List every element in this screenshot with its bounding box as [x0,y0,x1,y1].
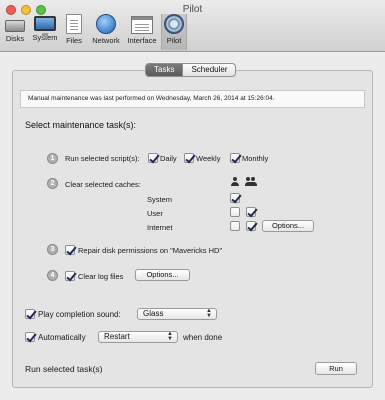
monthly-checkbox[interactable] [230,153,240,163]
cache-user-label: User [147,209,163,218]
globe-icon [96,14,116,34]
cache-options-button[interactable]: Options... [262,220,314,232]
cache-system-label: System [147,195,173,204]
repair-permissions-checkbox[interactable] [65,245,75,255]
document-icon [66,14,82,34]
popup-arrows-icon: ▲ ▼ [206,308,212,319]
toolbar-item-label: Network [92,36,120,45]
user-icon [230,177,240,187]
repair-permissions-label: Repair disk permissions on "Mavericks HD… [78,246,223,255]
toolbar-item-files[interactable]: Files [63,14,85,50]
user-cache-user-checkbox[interactable] [230,207,240,217]
tab-bar: Tasks Scheduler [145,63,237,77]
task-number-badge: 1 [47,153,58,164]
task-number-badge: 2 [47,178,58,189]
window-icon [131,16,153,34]
sound-popup[interactable]: Glass ▲ ▼ [137,308,217,320]
run-scripts-label: Run selected script(s): [65,154,140,163]
popup-arrows-icon: ▲ ▼ [167,331,173,342]
toolbar-item-label: Files [66,36,82,45]
clear-logs-checkbox[interactable] [65,271,75,281]
internet-cache-group-checkbox[interactable] [246,221,256,231]
task-number-badge: 4 [47,270,58,281]
internet-cache-user-checkbox[interactable] [230,221,240,231]
task-number-badge: 3 [47,244,58,255]
toolbar-item-pilot[interactable]: Pilot [161,14,187,50]
weekly-checkbox[interactable] [184,153,194,163]
run-tasks-label: Run selected task(s) [25,364,103,374]
tab-tasks[interactable]: Tasks [146,64,183,76]
play-sound-label: Play completion sound: [38,310,121,319]
last-maintenance-info: Manual maintenance was last performed on… [20,90,365,108]
group-icon [245,177,257,187]
daily-checkbox[interactable] [148,153,158,163]
monitor-icon [34,16,56,37]
toolbar-item-network[interactable]: Network [89,14,123,50]
section-heading: Select maintenance task(s): [25,120,137,130]
user-cache-group-checkbox[interactable] [246,207,256,217]
toolbar-item-label: Disks [5,34,25,43]
pilot-icon [164,14,184,34]
log-options-button[interactable]: Options... [135,269,190,281]
play-sound-checkbox[interactable] [25,309,35,319]
disk-icon [5,20,25,32]
auto-action-popup[interactable]: Restart ▲ ▼ [98,331,178,343]
toolbar-item-label: Pilot [166,36,182,45]
system-cache-user-checkbox[interactable] [230,193,240,203]
clear-logs-label: Clear log files [78,272,124,281]
clear-caches-label: Clear selected caches: [65,180,141,189]
auto-action-value: Restart [104,332,130,341]
toolbar-item-label: Interface [127,36,157,45]
tab-scheduler[interactable]: Scheduler [182,64,235,76]
toolbar-item-disks[interactable]: Disks [3,14,27,50]
daily-label: Daily [160,154,177,163]
weekly-label: Weekly [196,154,221,163]
monthly-label: Monthly [242,154,269,163]
toolbar-item-system[interactable]: System [31,14,59,50]
cache-internet-label: Internet [147,223,173,232]
run-button[interactable]: Run [315,362,357,375]
automatically-label: Automatically [38,333,86,342]
window-titlebar: Pilot Disks System Files Network Interfa… [0,0,385,52]
toolbar-item-interface[interactable]: Interface [125,14,159,50]
sound-popup-value: Glass [143,309,164,318]
automatically-checkbox[interactable] [25,332,35,342]
when-done-label: when done [183,333,223,342]
